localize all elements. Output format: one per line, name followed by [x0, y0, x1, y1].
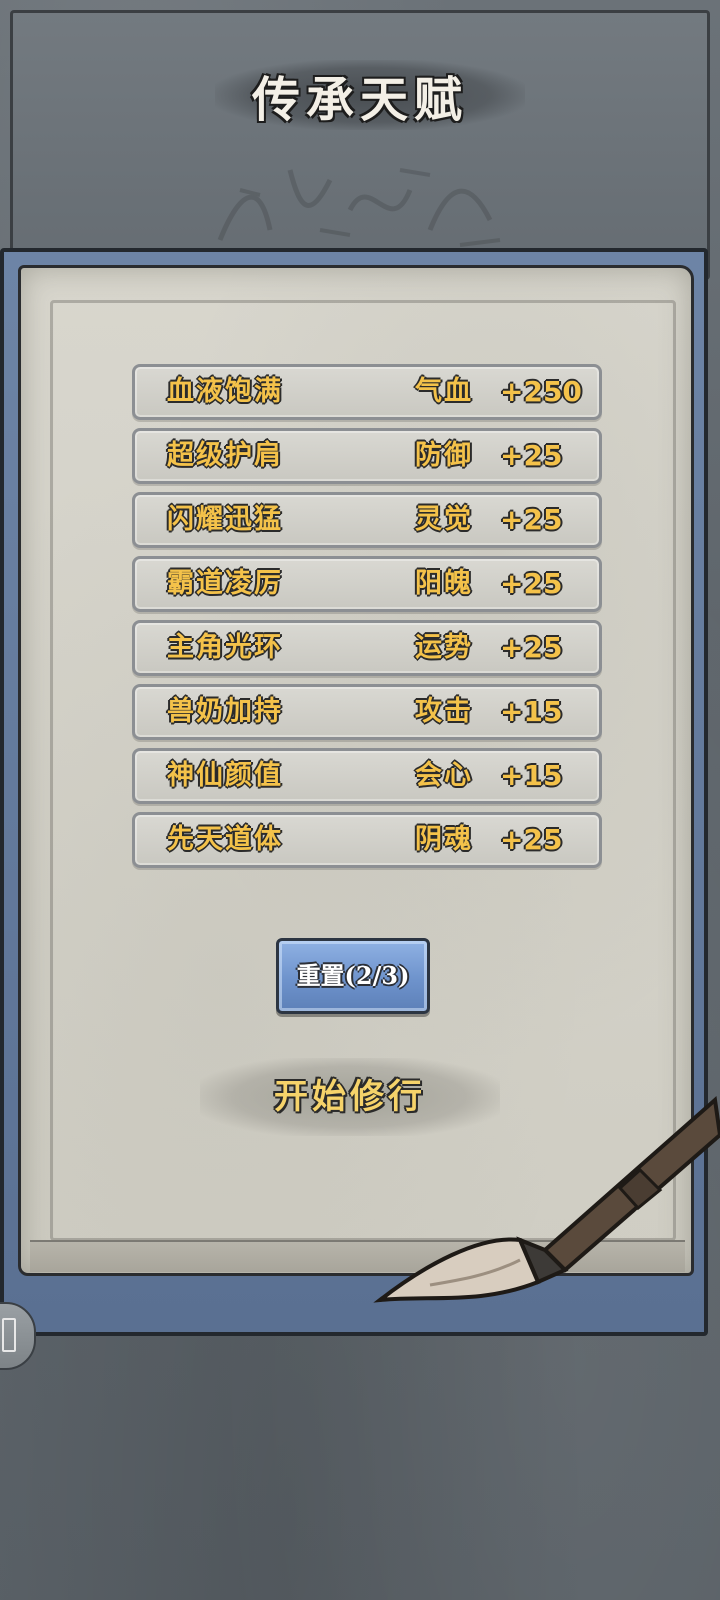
trait-row: 霸道凌厉 阳魄 +25: [132, 556, 602, 612]
trait-stat: 气血: [415, 376, 473, 407]
trait-stat: 阴魂: [415, 824, 473, 855]
reset-button[interactable]: 重置(2/3): [276, 938, 430, 1014]
trait-stat: 攻击: [415, 696, 473, 727]
trait-stat: 会心: [415, 760, 473, 791]
page-title: 传承天赋: [251, 72, 468, 128]
trait-row: 主角光环 运势 +25: [132, 620, 602, 676]
trait-name: 闪耀迅猛: [167, 504, 283, 535]
trait-row: 血液饱满 气血 +250: [132, 364, 602, 420]
trait-name: 霸道凌厉: [167, 568, 283, 599]
scroll-icon: [2, 1318, 16, 1352]
trait-row: 兽奶加持 攻击 +15: [132, 684, 602, 740]
trait-stat: 灵觉: [415, 504, 473, 535]
trait-bonus: +25: [500, 503, 563, 536]
trait-bonus: +15: [500, 759, 563, 792]
trait-name: 先天道体: [167, 824, 283, 855]
trait-name: 神仙颜值: [167, 760, 283, 791]
talent-screen: 传承天赋 血液饱满 气血 +250 超级护肩 防御 +25 闪耀迅猛 灵觉 +2…: [0, 0, 720, 1600]
trait-bonus: +25: [500, 567, 563, 600]
trait-name: 主角光环: [167, 632, 283, 663]
brush-icon: [373, 1096, 720, 1303]
trait-name: 兽奶加持: [167, 696, 283, 727]
reset-button-label: 重置(2/3): [296, 961, 410, 990]
faded-calligraphy-decoration: [217, 168, 501, 247]
trait-stat: 运势: [415, 632, 473, 663]
trait-row: 超级护肩 防御 +25: [132, 428, 602, 484]
trait-stat: 防御: [415, 440, 473, 471]
trait-bonus: +25: [500, 439, 563, 472]
trait-row: 神仙颜值 会心 +15: [132, 748, 602, 804]
trait-bonus: +250: [500, 375, 582, 408]
trait-stat: 阳魄: [415, 568, 473, 599]
trait-row: 先天道体 阴魂 +25: [132, 812, 602, 868]
trait-name: 血液饱满: [167, 376, 283, 407]
trait-name: 超级护肩: [167, 440, 283, 471]
trait-bonus: +25: [500, 631, 563, 664]
trait-row: 闪耀迅猛 灵觉 +25: [132, 492, 602, 548]
trait-bonus: +25: [500, 823, 563, 856]
trait-list: 血液饱满 气血 +250 超级护肩 防御 +25 闪耀迅猛 灵觉 +25 霸道凌…: [132, 364, 602, 876]
trait-bonus: +15: [500, 695, 563, 728]
